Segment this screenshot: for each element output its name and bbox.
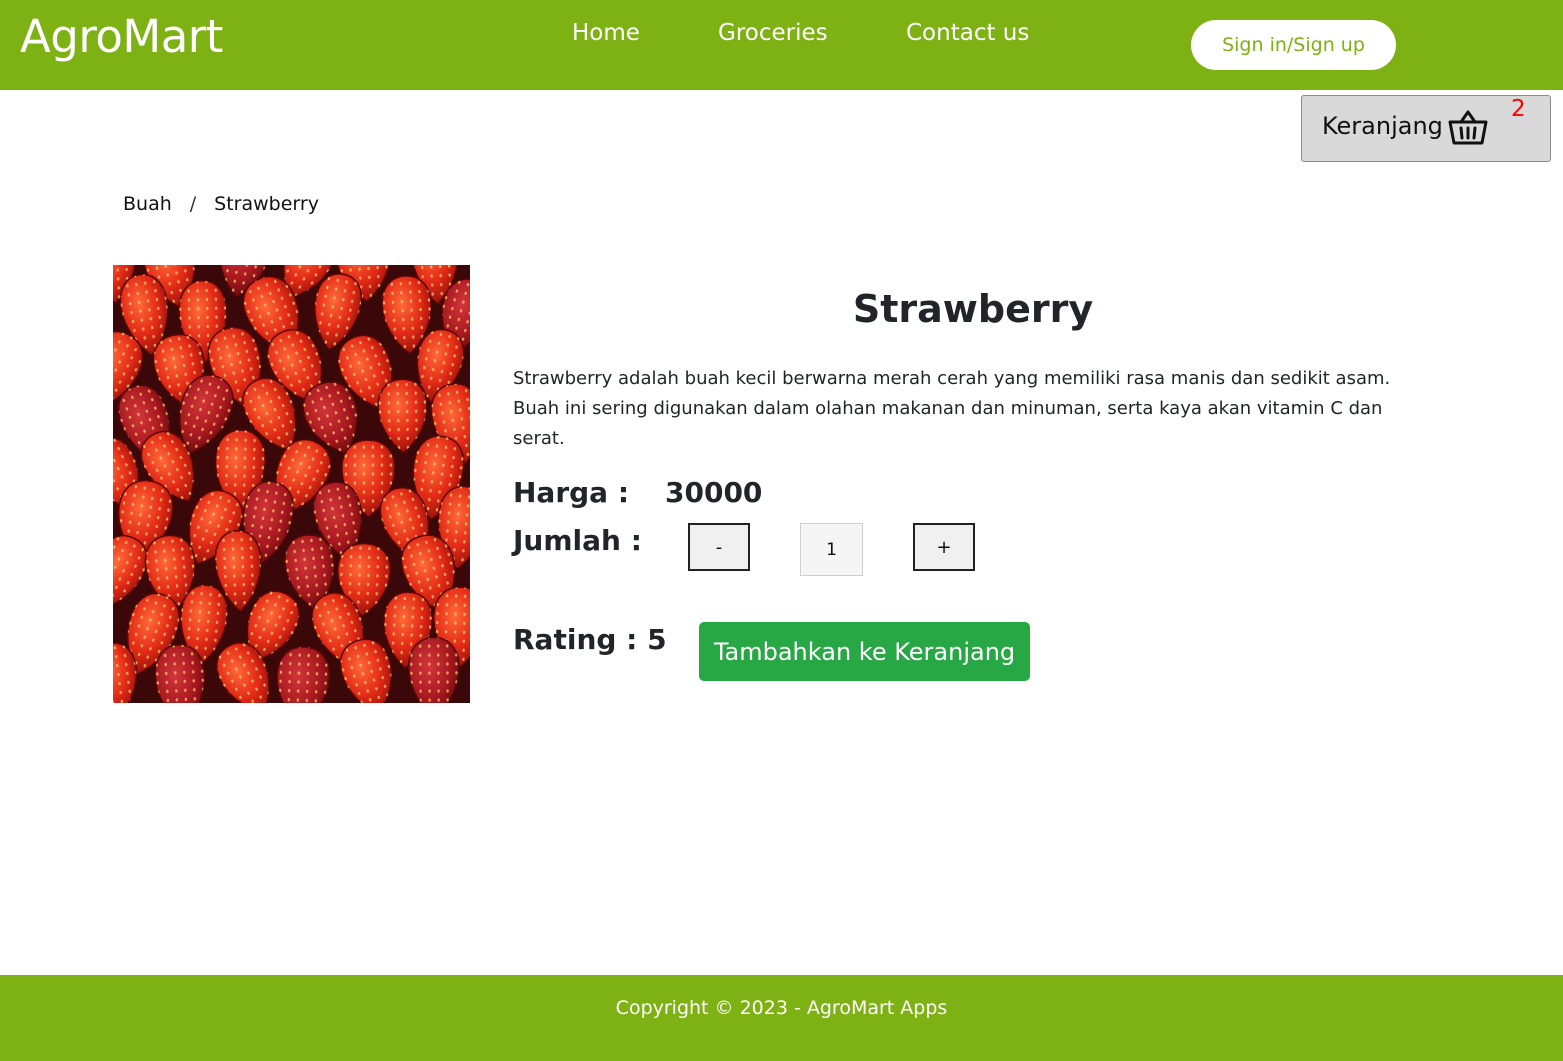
product-title: Strawberry (852, 287, 1094, 331)
quantity-label: Jumlah : (513, 524, 642, 557)
cart-label: Keranjang (1322, 112, 1443, 140)
brand-logo[interactable]: AgroMart (20, 10, 223, 63)
nav-link-contact[interactable]: Contact us (906, 20, 1029, 46)
quantity-input[interactable] (800, 523, 863, 576)
breadcrumb: Buah / Strawberry (123, 193, 319, 215)
nav-link-home[interactable]: Home (572, 20, 640, 46)
increment-button[interactable]: + (913, 523, 975, 571)
product-description: Strawberry adalah buah kecil berwarna me… (513, 368, 1391, 449)
price-label: Harga : (513, 476, 630, 509)
footer: Copyright © 2023 - AgroMart Apps (0, 975, 1563, 1061)
breadcrumb-item-strawberry: Strawberry (214, 193, 319, 215)
price-value: 30000 (665, 476, 763, 509)
cart-button[interactable]: Keranjang 2 (1301, 95, 1551, 162)
navbar: AgroMart Home Groceries Contact us Sign … (0, 0, 1563, 90)
cart-count-badge: 2 (1511, 96, 1526, 122)
basket-icon (1448, 110, 1488, 145)
product-image (113, 265, 470, 703)
breadcrumb-item-buah[interactable]: Buah (123, 193, 172, 215)
nav-link-groceries[interactable]: Groceries (718, 20, 828, 46)
rating-label: Rating : 5 (513, 623, 667, 656)
decrement-button[interactable]: - (688, 523, 750, 571)
breadcrumb-separator: / (189, 193, 197, 215)
add-to-cart-button[interactable]: Tambahkan ke Keranjang (699, 622, 1030, 681)
signin-button[interactable]: Sign in/Sign up (1191, 20, 1396, 70)
footer-copyright: Copyright © 2023 - AgroMart Apps (615, 997, 948, 1019)
